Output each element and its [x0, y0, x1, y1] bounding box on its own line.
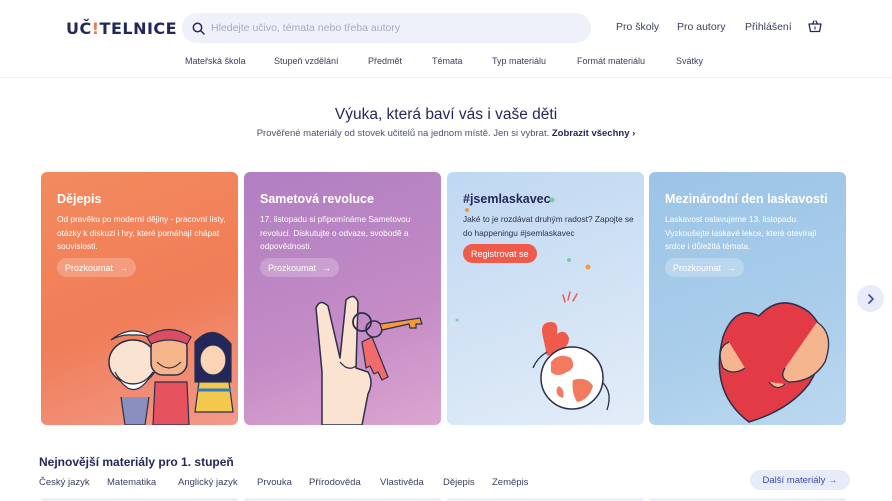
explore-button[interactable]: Prozkoumat →: [665, 258, 745, 277]
carousel-next-button[interactable]: [857, 285, 884, 312]
hero-subtitle: Prověřené materiály od stovek učitelů na…: [0, 128, 892, 139]
card-title: #jsemlaskavec: [463, 192, 551, 206]
explore-button-label: Prozkoumat: [673, 262, 722, 273]
show-all-label: Zobrazit všechny: [551, 128, 630, 139]
arrow-right-icon: →: [119, 262, 129, 273]
history-figures-illustration: [108, 328, 234, 425]
category-nav: Mateřská škola Stupeň vzdělání Předmět T…: [0, 56, 892, 70]
nav-typ-materialu[interactable]: Typ materiálu: [492, 56, 546, 66]
card-jsemlaskavec[interactable]: #jsemlaskavec Jaké to je rozdávat druhým…: [447, 172, 644, 425]
card-mezinarodni-den-laskavosti[interactable]: Mezinárodní den laskavosti Laskavost osl…: [649, 172, 846, 425]
card-description: 17. listopadu si připomínáme Sametovou r…: [260, 214, 411, 251]
search-bar[interactable]: [182, 13, 591, 43]
hugging-heart-illustration: [718, 302, 830, 423]
search-input[interactable]: [211, 22, 571, 34]
logo-text-part3: TELNICE: [99, 19, 178, 38]
peace-hand-keys-illustration: [315, 295, 423, 425]
subject-tab-vlastiveda[interactable]: Vlastivěda: [380, 477, 424, 488]
register-button[interactable]: Registrovat se: [463, 244, 537, 263]
search-icon: [192, 22, 205, 35]
card-dejepis[interactable]: Dějepis Od pravěku po moderní dějiny - p…: [41, 172, 238, 425]
subject-tab-dejepis[interactable]: Dějepis: [443, 477, 475, 488]
logo[interactable]: UČ!TELNICE: [66, 19, 177, 38]
subject-tab-matematika[interactable]: Matematika: [107, 477, 156, 488]
arrow-right-icon: →: [322, 262, 332, 273]
chevron-right-icon: ›: [632, 128, 636, 139]
nav-svatky[interactable]: Svátky: [676, 56, 703, 66]
logo-text-part1: UČ: [66, 19, 92, 38]
register-button-label: Registrovat se: [471, 248, 529, 259]
logo-text-part2: !: [91, 19, 100, 38]
globe-heart-illustration: [455, 197, 610, 411]
site-header: UČ!TELNICE Pro školy Pro autory Přihláše…: [0, 0, 892, 78]
card-description: Jaké to je rozdávat druhým radost? Zapoj…: [463, 214, 634, 238]
arrow-right-icon: →: [727, 262, 737, 273]
explore-button-label: Prozkoumat: [65, 262, 114, 273]
arrow-right-icon: →: [827, 474, 838, 486]
basket-icon[interactable]: [808, 20, 822, 38]
nav-temata[interactable]: Témata: [432, 56, 463, 66]
hero-subtitle-text: Prověřené materiály od stovek učitelů na…: [256, 128, 550, 139]
more-materials-label: Další materiály: [762, 474, 826, 486]
hero-title: Výuka, která baví vás i vaše děti: [334, 106, 558, 123]
explore-button-label: Prozkoumat: [268, 262, 317, 273]
subject-tab-zemepis[interactable]: Zeměpis: [492, 477, 528, 488]
show-all-link[interactable]: Zobrazit všechny ›: [552, 128, 635, 139]
explore-button[interactable]: Prozkoumat →: [260, 258, 340, 277]
subject-tab-prvouka[interactable]: Prvouka: [257, 477, 292, 488]
card-description: Laskavost oslavujeme 13. listopadu. Vyzk…: [665, 214, 817, 251]
link-pro-skoly[interactable]: Pro školy: [616, 21, 659, 33]
nav-predmet[interactable]: Předmět: [368, 56, 402, 66]
more-materials-button[interactable]: Další materiály →: [750, 470, 850, 490]
chevron-right-icon: [867, 293, 874, 304]
subject-tab-prirodoveda[interactable]: Přírodověda: [309, 477, 361, 488]
card-sametova-revoluce[interactable]: Sametová revoluce 17. listopadu si připo…: [244, 172, 441, 425]
latest-materials-title: Nejnovější materiály pro 1. stupeň: [39, 455, 234, 469]
nav-format-materialu[interactable]: Formát materiálu: [577, 56, 645, 66]
explore-button[interactable]: Prozkoumat →: [57, 258, 137, 277]
card-title: Sametová revoluce: [260, 192, 374, 206]
card-title: Mezinárodní den laskavosti: [665, 192, 828, 206]
nav-stupen-vzdelani[interactable]: Stupeň vzdělání: [274, 56, 339, 66]
link-pro-autory[interactable]: Pro autory: [677, 21, 725, 33]
nav-materska-skola[interactable]: Mateřská škola: [185, 56, 246, 66]
link-prihlaseni[interactable]: Přihlášení: [745, 21, 792, 33]
subject-tab-anglicky-jazyk[interactable]: Anglický jazyk: [178, 477, 238, 488]
card-title: Dějepis: [57, 192, 102, 206]
subject-tab-cesky-jazyk[interactable]: Český jazyk: [39, 477, 90, 488]
card-description: Od pravěku po moderní dějiny - pracovní …: [57, 214, 226, 251]
